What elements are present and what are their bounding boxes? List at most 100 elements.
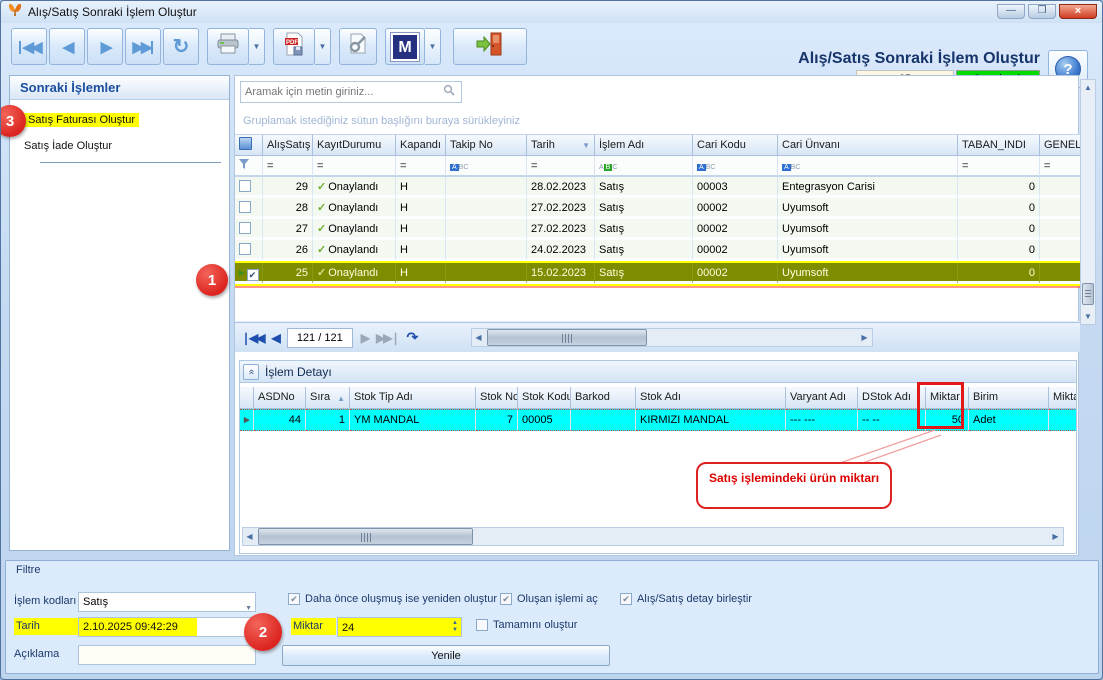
filter-cell[interactable]: = [313,156,396,177]
grid-cell[interactable] [446,263,527,284]
grid-cell[interactable]: 00003 [693,177,778,198]
grid-cell[interactable]: 28 [263,198,313,219]
grid-cell[interactable]: 00002 [693,198,778,219]
row-checkbox[interactable] [247,269,259,281]
grid-cell[interactable]: 0 [958,177,1040,198]
row-checkbox[interactable] [239,243,251,255]
grid-cell[interactable]: 27 [263,219,313,240]
tarih-input[interactable] [78,617,256,637]
search-input[interactable] [241,86,443,98]
grid-cell[interactable]: 7 [476,409,518,431]
grid-cell[interactable] [446,240,527,261]
next-record-button[interactable]: ▶ [87,28,123,65]
miktar-input[interactable] [338,618,446,638]
scroll-right-icon[interactable]: ▶ [858,329,871,346]
checkbox-icon[interactable] [476,619,488,631]
print-button[interactable] [207,28,249,65]
table-row[interactable]: 29✓OnaylandıH28.02.2023Satış00003Entegra… [235,177,1080,198]
column-header[interactable]: Stok No [476,387,518,409]
grid-cell[interactable]: 29 [263,177,313,198]
grid-cell[interactable]: Satış [595,219,693,240]
grid-cell[interactable]: --- --- [786,409,858,431]
filter-funnel-icon[interactable] [235,156,263,177]
grid-cell[interactable]: 0 [958,240,1040,261]
grid-cell[interactable]: 25 [263,263,313,284]
open-created-checkbox[interactable]: Oluşan işlemi aç [500,593,598,605]
column-header[interactable]: Stok Kodu [518,387,571,409]
grid-cell[interactable]: YM MANDAL [350,409,476,431]
miktar-spinner[interactable]: ▲▼ [337,617,462,637]
column-header[interactable]: Birim [969,387,1049,409]
grid-cell[interactable]: H [396,240,446,261]
table-row[interactable]: AlışSatışKayıtDurumuKapandıTakip No▼Tari… [235,135,1080,156]
horizontal-scrollbar[interactable]: ◀ ▶ [471,328,873,347]
module-button[interactable]: M [385,28,425,65]
grid-cell[interactable]: KIRMIZI MANDAL [636,409,786,431]
grid-cell[interactable] [1040,177,1080,198]
grid-cell[interactable]: Uyumsoft [778,240,958,261]
detail-horizontal-scrollbar[interactable]: ◀ ▶ [242,527,1064,546]
column-header[interactable]: Takip No [446,135,527,156]
grid-cell[interactable] [1049,409,1076,431]
table-row[interactable]: ===ABC=ABCABCABC== [235,156,1080,177]
detail-scroll-left-icon[interactable]: ◀ [243,528,256,545]
last-record-button[interactable]: ▶▶ [125,28,161,65]
filter-cell[interactable]: ABC [693,156,778,177]
grid-cell[interactable]: -- -- [858,409,926,431]
grid-cell[interactable]: 1 [306,409,350,431]
sidebar-item-create-sales-invoice[interactable]: Satış Faturası Oluştur [24,114,229,126]
grid-cell[interactable] [1040,198,1080,219]
checkbox-icon[interactable] [620,593,632,605]
group-by-hint[interactable]: Gruplamak istediğiniz sütun başlığını bu… [243,115,520,127]
filter-cell[interactable]: = [396,156,446,177]
table-row[interactable]: ▸25✓OnaylandıH15.02.2023Satış00002Uyumso… [235,261,1080,286]
column-header[interactable]: AlışSatış [263,135,313,156]
yenile-button[interactable]: Yenile [282,645,610,666]
row-checkbox[interactable] [239,201,251,213]
scrollbar-thumb[interactable] [487,329,647,346]
grid-cell[interactable] [240,387,254,409]
grid-cell[interactable] [235,177,263,198]
grid-cell[interactable]: ✓Onaylandı [313,240,396,261]
exit-button[interactable] [453,28,527,65]
maximize-button[interactable]: ❒ [1028,4,1056,19]
column-header[interactable]: Cari Ünvanı [778,135,958,156]
grid-cell[interactable]: 0 [958,263,1040,284]
first-record-button[interactable]: ◀◀ [11,28,47,65]
grid-cell[interactable]: 24.02.2023 [527,240,595,261]
grid-cell[interactable]: ✓Onaylandı [313,198,396,219]
settings-button[interactable] [339,28,377,65]
row-checkbox[interactable] [239,180,251,192]
grid-cell[interactable]: 00002 [693,263,778,284]
table-row[interactable]: 26✓OnaylandıH24.02.2023Satış00002Uyumsof… [235,240,1080,261]
column-header[interactable]: Kapandı [396,135,446,156]
previous-record-button[interactable]: ◀ [49,28,85,65]
column-header[interactable]: KayıtDurumu [313,135,396,156]
search-box[interactable] [240,81,462,103]
column-header[interactable]: DStok Adı [858,387,926,409]
grid-cell[interactable]: H [396,263,446,284]
column-header[interactable]: Stok Adı [636,387,786,409]
pager-first-icon[interactable]: ❘◀◀ [241,331,264,345]
grid-cell[interactable] [235,135,263,156]
table-row[interactable]: 27✓OnaylandıH27.02.2023Satış00002Uyumsof… [235,219,1080,240]
column-header[interactable]: ASDNo [254,387,306,409]
filter-cell[interactable]: = [958,156,1040,177]
pager-next-icon[interactable]: ▶ [361,331,368,345]
grid-cell[interactable]: 44 [254,409,306,431]
grid-cell[interactable]: 00005 [518,409,571,431]
grid-cell[interactable] [235,219,263,240]
filter-cell[interactable]: = [527,156,595,177]
collapse-panel-button[interactable]: « [243,364,259,380]
print-dropdown-button[interactable]: ▼ [249,28,265,65]
grid-cell[interactable]: ✓Onaylandı [313,263,396,284]
column-header[interactable]: Cari Kodu [693,135,778,156]
column-header[interactable]: GENEL_ [1040,135,1080,156]
filter-cell[interactable]: ABC [778,156,958,177]
grid-cell[interactable]: H [396,198,446,219]
filter-cell[interactable]: = [263,156,313,177]
aciklama-input[interactable] [78,645,256,665]
filter-cell[interactable]: = [1040,156,1080,177]
sidebar-item-create-sales-return[interactable]: Satış İade Oluştur [24,140,229,152]
grid-cell[interactable]: ✓Onaylandı [313,219,396,240]
